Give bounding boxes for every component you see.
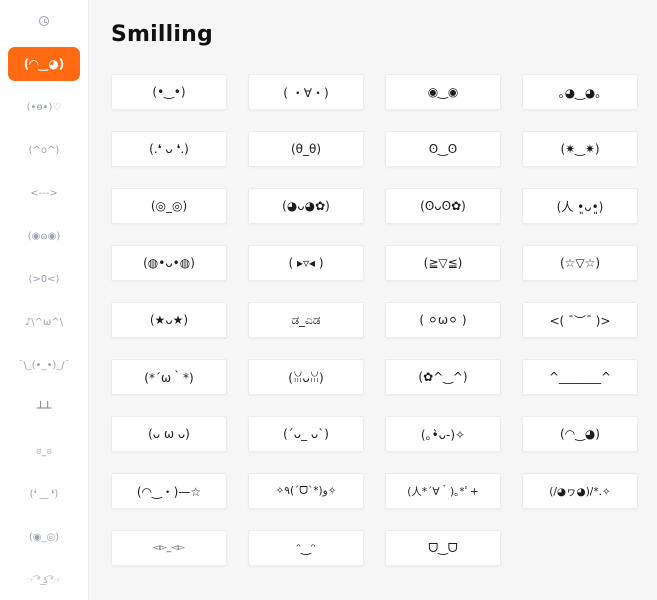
emoticon-card[interactable]: (≧▽≦) — [385, 245, 501, 281]
app-window: (◠‿◕) (•ө•)♡ (^o^) <---> (◉ɷ◉) (>0<) ♪\^… — [0, 0, 657, 600]
sidebar-item-bear[interactable]: (◉ɷ◉) — [8, 219, 80, 253]
sidebar-item-arrows[interactable]: <---> — [8, 176, 80, 210]
emoticon-card[interactable]: ʘ‿ʘ — [385, 131, 501, 167]
emoticon-grid: (•‿•) ( ・∀・) ◉‿◉ ｡◕‿◕｡ (.❛ ᴗ ❛.) (θ_θ) ʘ… — [111, 74, 638, 566]
sidebar-item-confused[interactable]: (◉_◎) — [8, 520, 80, 554]
emoticon-card[interactable]: ᗜ‿ᗜ — [385, 530, 501, 566]
sidebar-item-angry[interactable]: (>0<) — [8, 262, 80, 296]
emoticon-card[interactable]: (☆▽☆) — [522, 245, 638, 281]
emoticon-card[interactable]: (•‿•) — [111, 74, 227, 110]
emoticon-card[interactable]: <( ¯︶¯ )> — [522, 302, 638, 338]
emoticon-panel: Smilling (•‿•) ( ・∀・) ◉‿◉ ｡◕‿◕｡ (.❛ ᴗ ❛.… — [89, 0, 657, 600]
emoticon-card[interactable]: (◕ᴗ◕✿) — [248, 188, 364, 224]
sidebar-item-love[interactable]: (•ө•)♡ — [8, 90, 80, 124]
emoticon-card[interactable]: (✷‿✷) — [522, 131, 638, 167]
sidebar-item-music[interactable]: ♪\^ω^\ — [8, 305, 80, 339]
emoticon-card[interactable]: (★ᴗ★) — [111, 302, 227, 338]
emoticon-card[interactable]: (◎_◎) — [111, 188, 227, 224]
emoticon-card[interactable]: ( ・∀・) — [248, 74, 364, 110]
page-title: Smilling — [111, 22, 213, 47]
emoticon-card[interactable]: (ꈍᴗꈍ) — [248, 359, 364, 395]
emoticon-card[interactable]: ｡◕‿◕｡ — [522, 74, 638, 110]
sidebar-item-disapproval[interactable]: ಠ_ಠ — [8, 434, 80, 468]
emoticon-card[interactable]: ᵔ‿ᵔ — [248, 530, 364, 566]
emoticon-card[interactable]: (｡•̀ᴗ-)✧ — [385, 416, 501, 452]
sidebar-item-table[interactable]: ┴┴ — [8, 391, 80, 425]
emoticon-card[interactable]: (◠‿・)—☆ — [111, 473, 227, 509]
emoticon-card[interactable]: (*´ω｀*) — [111, 359, 227, 395]
emoticon-card[interactable]: (人*´∀｀)｡*ﾟ+ — [385, 473, 501, 509]
sidebar-item-happy[interactable]: (^o^) — [8, 133, 80, 167]
sidebar-item-smiling[interactable]: (◠‿◕) — [8, 47, 80, 81]
emoticon-card[interactable]: (θ_θ) — [248, 131, 364, 167]
emoticon-card[interactable]: (.❛ ᴗ ❛.) — [111, 131, 227, 167]
emoticon-card[interactable]: ( ⚪ω⚪ ) — [385, 302, 501, 338]
clock-icon — [39, 16, 49, 26]
emoticon-card[interactable]: ◅▻_◅▻ — [111, 530, 227, 566]
emoticon-card[interactable]: (人 •͈ᴗ•͈) — [522, 188, 638, 224]
sidebar-item-shrug[interactable]: ¯\_(•_•)_/¯ — [8, 348, 80, 382]
emoticon-card[interactable]: (◍•ᴗ•◍) — [111, 245, 227, 281]
emoticon-card[interactable]: ^_______^ — [522, 359, 638, 395]
emoticon-card[interactable]: ಡ_ಎಡ — [248, 302, 364, 338]
emoticon-card[interactable]: ✧٩(ˊᗜˋ*)و✧ — [248, 473, 364, 509]
emoticon-card[interactable]: (◠‿◕) — [522, 416, 638, 452]
sidebar-item-pointing[interactable]: ☞ ͡° ͜ʖ ͡°☞ — [8, 563, 80, 597]
emoticon-card[interactable]: (´ᴗ_ ᴗ`) — [248, 416, 364, 452]
emoticon-card[interactable]: ◉‿◉ — [385, 74, 501, 110]
sidebar-item-wink[interactable]: (❛ ‿ ❛) — [8, 477, 80, 511]
emoticon-card[interactable]: (/◕ヮ◕)/*.✧ — [522, 473, 638, 509]
sidebar-item-recent[interactable] — [8, 4, 80, 38]
emoticon-card[interactable]: (ʘᴗʘ✿) — [385, 188, 501, 224]
emoticon-card[interactable]: (✿^‿^) — [385, 359, 501, 395]
emoticon-card[interactable]: ( ▸▿◂ ) — [248, 245, 364, 281]
category-sidebar: (◠‿◕) (•ө•)♡ (^o^) <---> (◉ɷ◉) (>0<) ♪\^… — [0, 0, 89, 600]
emoticon-card[interactable]: (ᴗ ω ᴗ) — [111, 416, 227, 452]
